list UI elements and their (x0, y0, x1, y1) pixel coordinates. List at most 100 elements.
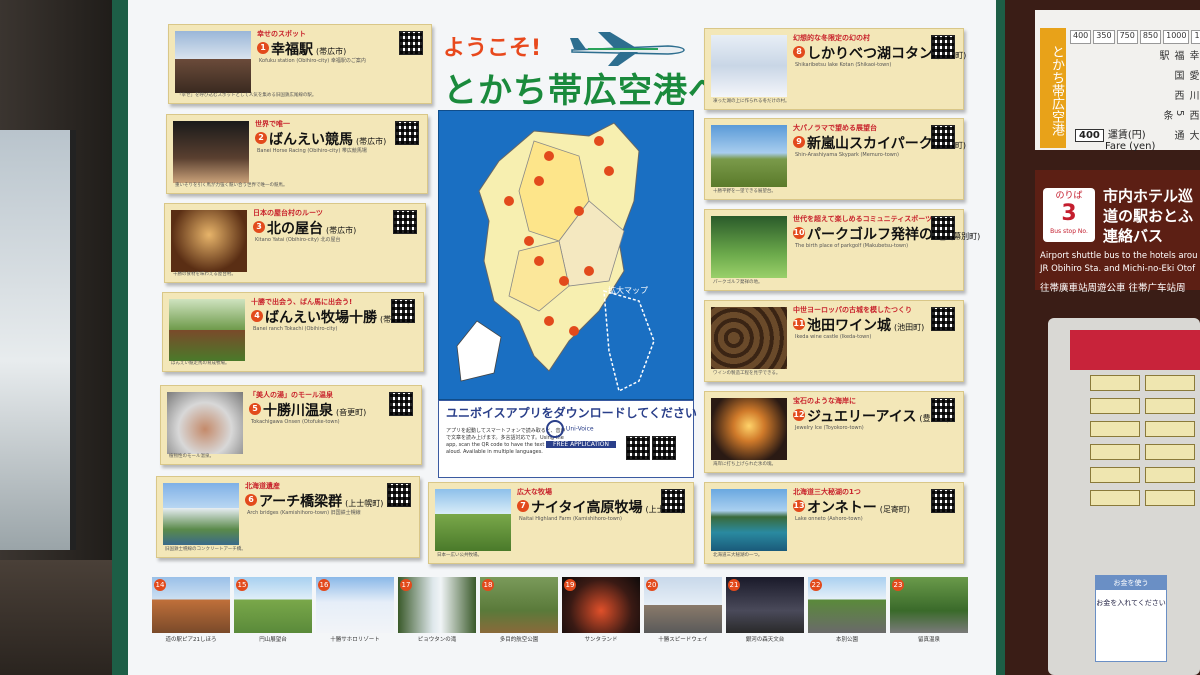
spot-number: 9 (793, 136, 805, 148)
qr-code-icon[interactable] (387, 483, 411, 507)
spot-card-4: 十勝で出会う、ばん馬に出会う! 4 ばんえい牧場十勝(帯広市) Banei ra… (162, 292, 424, 372)
qr-code-icon[interactable] (931, 125, 955, 149)
fare-cell: 350 (1093, 30, 1115, 44)
spot-caption: 中世ヨーロッパの古城を模したつくり (793, 306, 912, 314)
bottom-spot: 19 サンタランド (562, 577, 640, 645)
fare-cell: 1000 (1163, 30, 1190, 44)
spot-name: ばんえい競馬 (269, 132, 353, 148)
machine-notice-body: お金を入れてください (1096, 599, 1166, 607)
machine-button[interactable] (1145, 421, 1195, 437)
spot-subtitle: Lake onneto (Ashoro-town) (795, 516, 863, 522)
spot-number: 12 (793, 409, 805, 421)
spot-description: 十勝の食材を味わえる屋台村。 (173, 272, 236, 277)
qr-code-icon[interactable] (931, 307, 955, 331)
bus-jp2: 往帯廣車站周遊公車 往帯广车站周 (1040, 283, 1186, 294)
qr-code-icon[interactable] (931, 398, 955, 422)
bottom-spot-number: 19 (564, 579, 576, 591)
spot-number: 5 (249, 403, 261, 415)
spot-caption: 「美人の湯」のモール温泉 (249, 391, 333, 399)
qr-code-icon[interactable] (389, 392, 413, 416)
spot-photo (711, 398, 787, 460)
fare-stops: 幸福駅 愛国 川西 西5条 大通 (1070, 50, 1200, 140)
qr-code-icon[interactable] (661, 489, 685, 513)
app-logo: Uni-Voice FREE APPLICATION (546, 420, 616, 468)
bus-stop-en: Bus stop No. (1050, 228, 1088, 235)
spot-card-5: 「美人の湯」のモール温泉 5 十勝川温泉 (音更町) Tokachigawa On… (160, 385, 422, 465)
spot-photo (171, 210, 247, 272)
bottom-spot-label: 十勝スピードウェイ (658, 637, 708, 643)
bottom-spot: 21 銀河の森天文台 (726, 577, 804, 645)
spot-name: 十勝川温泉 (263, 403, 333, 419)
spot-card-13: 北海道三大秘湖の1つ 13 オンネトー (足寄町) Lake onneto (As… (704, 482, 964, 564)
spot-number: 7 (517, 500, 529, 512)
welcome-line2: とかち帯広空港へ (443, 71, 723, 111)
machine-button[interactable] (1090, 375, 1140, 391)
bottom-spot: 18 多目的航空公園 (480, 577, 558, 645)
spot-photo (711, 35, 787, 97)
bottom-spot-photo: 21 (726, 577, 804, 633)
map-shape (456, 122, 655, 393)
spot-title: ばんえい牧場十勝(帯広市) (265, 307, 410, 327)
bottom-spot-photo: 19 (562, 577, 640, 633)
bottom-spot: 22 本別公園 (808, 577, 886, 645)
fare-cell: 1000 (1191, 30, 1200, 44)
machine-button[interactable] (1145, 375, 1195, 391)
spot-title: ジュエリーアイス(豊頃町) (807, 406, 950, 426)
qr-code-icon[interactable] (931, 35, 955, 59)
spot-subtitle: Kofuku station (Obihiro-city) 幸福駅のご案内 (259, 58, 366, 64)
spot-town: (音更町) (336, 408, 367, 417)
spot-description: 重いそりを引く馬が力強く競い合う世界で唯一の競馬。 (175, 183, 288, 188)
bottom-spot-number: 17 (400, 579, 412, 591)
machine-button[interactable] (1090, 398, 1140, 414)
spot-card-1: 幸せのスポット 1 幸福駅 (帯広市) Kofuku station (Obihi… (168, 24, 432, 104)
bottom-spot-number: 21 (728, 579, 740, 591)
bottom-spot-number: 15 (236, 579, 248, 591)
spot-description: 「幸せ」を呼び込むスポットとして人気を集める旧国鉄広尾線の駅。 (177, 93, 317, 98)
machine-button[interactable] (1090, 490, 1140, 506)
qr-code-icon[interactable] (931, 489, 955, 513)
qr-code-icon[interactable] (393, 210, 417, 234)
spot-caption: 幻想的な冬限定の幻の村 (793, 34, 870, 42)
qr-code-icon[interactable] (626, 436, 650, 460)
spot-description: 十勝平野を一望できる展望台。 (713, 189, 776, 194)
bottom-spot-photo: 17 (398, 577, 476, 633)
spot-photo (711, 489, 787, 551)
bottom-spot-label: 円山展望台 (259, 637, 287, 643)
spot-town: (帯広市) (326, 226, 357, 235)
machine-button[interactable] (1090, 467, 1140, 483)
spot-name: ジュエリーアイス (807, 409, 917, 425)
machine-button[interactable] (1145, 467, 1195, 483)
qr-code-icon[interactable] (399, 31, 423, 55)
spot-photo (173, 121, 249, 183)
spot-card-9: 大パノラマで望める展望台 9 新嵐山スカイパーク(芽室町) Shin-Arash… (704, 118, 966, 200)
bottom-spot-label: サンタランド (584, 637, 618, 643)
spot-name: 北の屋台 (267, 221, 323, 237)
qr-code-icon[interactable] (652, 436, 676, 460)
fare-strip: 400 350 750 850 1000 1000 1200 (1070, 30, 1200, 44)
machine-button[interactable] (1090, 421, 1140, 437)
qr-code-icon[interactable] (391, 299, 415, 323)
machine-button[interactable] (1145, 398, 1195, 414)
bottom-spot: 20 十勝スピードウェイ (644, 577, 722, 645)
spot-description: 植物性のモール温泉。 (169, 454, 214, 459)
spot-description: ばんえい競走馬の育成牧場。 (171, 361, 230, 366)
spot-number: 6 (245, 494, 257, 506)
qr-code-icon[interactable] (931, 216, 955, 240)
spot-caption: 十勝で出会う、ばん馬に出会う! (251, 298, 353, 306)
spot-description: 北海道三大秘湖の一つ。 (713, 553, 763, 558)
spot-description: 海岸に打ち上げられた氷の塊。 (713, 462, 776, 467)
spot-photo (711, 307, 787, 369)
qr-code-icon[interactable] (395, 121, 419, 145)
bus-title: 市内ホテル巡 道の駅おとふ 連絡バス (1103, 187, 1194, 245)
machine-notice: お金を使う お金を入れてください (1095, 575, 1167, 662)
spot-title: 池田ワイン城 (池田町) (807, 315, 924, 335)
machine-button[interactable] (1145, 444, 1195, 460)
spot-number: 11 (793, 318, 805, 330)
spot-number: 13 (793, 500, 805, 512)
spot-subtitle: Shin-Arashiyama Skypark (Memuro-town) (795, 152, 899, 158)
spot-photo (175, 31, 251, 93)
spot-description: 旧国鉄士幌線のコンクリートアーチ橋。 (165, 547, 246, 552)
machine-button[interactable] (1145, 490, 1195, 506)
bottom-spot-label: ピョウタンの滝 (417, 637, 457, 643)
machine-button[interactable] (1090, 444, 1140, 460)
